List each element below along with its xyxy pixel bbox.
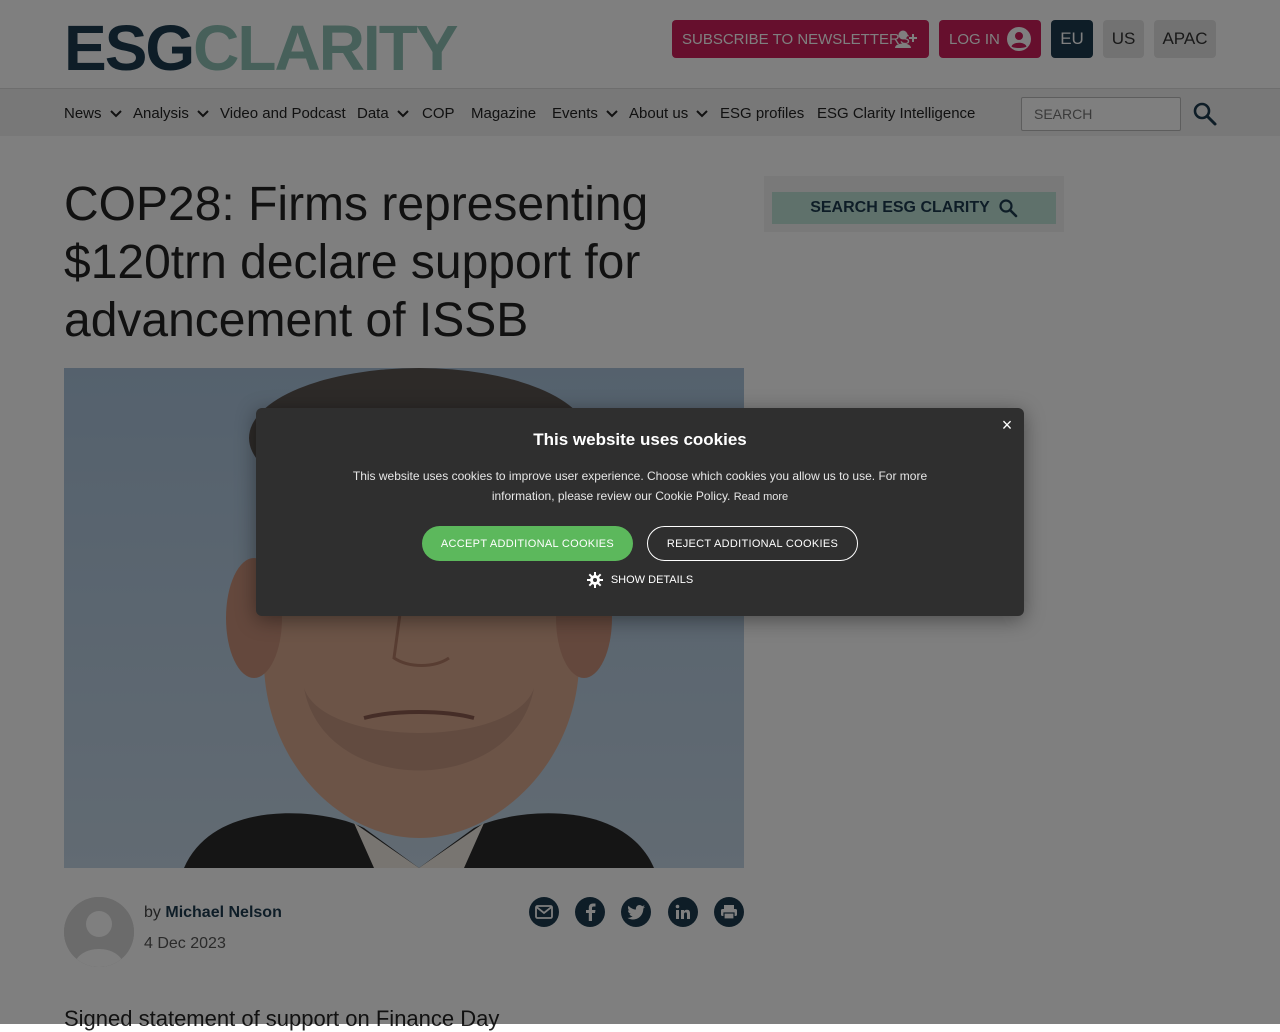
read-more-link[interactable]: Read more <box>734 491 788 503</box>
cookie-description: This website uses cookies to improve use… <box>336 466 944 507</box>
cookie-consent-dialog: × This website uses cookies This website… <box>256 408 1024 616</box>
cookie-title: This website uses cookies <box>533 430 747 449</box>
show-details-label: SHOW DETAILS <box>610 574 694 586</box>
gear-icon <box>586 572 603 588</box>
accept-cookies-button[interactable]: ACCEPT ADDITIONAL COOKIES <box>422 526 633 561</box>
cookie-text: This website uses cookies to improve use… <box>352 469 928 503</box>
reject-cookies-button[interactable]: REJECT ADDITIONAL COOKIES <box>647 526 858 561</box>
show-details-toggle[interactable]: SHOW DETAILS <box>256 572 1024 588</box>
